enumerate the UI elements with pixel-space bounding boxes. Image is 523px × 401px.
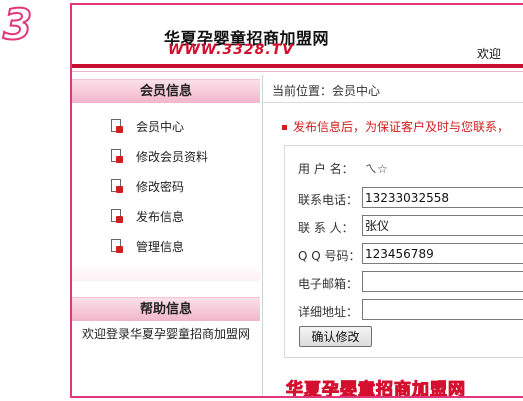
profile-form: 用 户 名： ㄟ☆ 联系电话： 联 系 人： Q Q 号码： 电子邮箱： 详细地…: [284, 145, 523, 358]
footer-brand: 华夏孕婴童招商加盟网: [286, 380, 466, 398]
welcome-text: 欢迎: [477, 47, 502, 61]
document-icon: [110, 118, 124, 134]
document-icon: [110, 178, 124, 194]
contact-input[interactable]: [362, 215, 523, 236]
notice-text: 发布信息后，为保证客户及时与您联系，: [282, 118, 509, 135]
column-divider: [262, 75, 263, 396]
help-text: 欢迎登录华夏孕婴童招商加盟网: [81, 327, 250, 341]
contact-label: 联 系 人：: [298, 221, 354, 235]
sidebar-item-label: 修改密码: [136, 179, 185, 194]
sidebar-item-label: 发布信息: [136, 209, 185, 224]
sidebar-item-change-password[interactable]: 修改密码: [110, 177, 184, 195]
header-divider-thin: [72, 71, 523, 72]
document-icon: [110, 238, 124, 254]
address-input[interactable]: [362, 299, 523, 320]
header-divider: [72, 64, 523, 68]
notice-message: 发布信息后，为保证客户及时与您联系，: [293, 120, 510, 134]
qq-label: Q Q 号码：: [298, 249, 361, 263]
address-label: 详细地址：: [298, 305, 359, 319]
confirm-edit-button[interactable]: 确认修改: [299, 326, 372, 347]
document-icon: [110, 148, 124, 164]
phone-label: 联系电话：: [298, 193, 359, 207]
member-info-title: 会员信息: [72, 79, 260, 103]
bullet-icon: [282, 125, 287, 130]
document-icon: [110, 208, 124, 224]
username-label: 用 户 名：: [298, 162, 354, 176]
sidebar-item-label: 管理信息: [136, 239, 185, 254]
sidebar-item-edit-profile[interactable]: 修改会员资料: [110, 147, 208, 165]
breadcrumb-divider: [263, 102, 523, 103]
breadcrumb: 当前位置：会员中心: [272, 84, 381, 98]
sidebar-item-label: 修改会员资料: [136, 149, 209, 164]
step-badge: 3: [2, 0, 43, 49]
help-info-title: 帮助信息: [72, 297, 260, 321]
email-label: 电子邮箱：: [298, 277, 359, 291]
site-logo-url[interactable]: WWW.3328.TV: [168, 42, 294, 58]
header: 华夏孕婴童招商加盟网 WWW.3328.TV 欢迎: [72, 5, 523, 72]
sidebar-item-label: 会员中心: [136, 119, 185, 134]
sidebar: 会员信息 会员中心 修改会员资料 修改密码 发布信息 管理信息 帮助信息 欢迎登…: [72, 75, 260, 396]
sidebar-divider: [72, 263, 260, 281]
page-frame: 华夏孕婴童招商加盟网 WWW.3328.TV 欢迎 会员信息 会员中心 修改会员…: [70, 3, 523, 398]
email-input[interactable]: [362, 271, 523, 292]
step-number: 3: [2, 0, 33, 49]
username-value: ㄟ☆: [365, 162, 388, 176]
sidebar-item-member-center[interactable]: 会员中心: [110, 117, 184, 135]
sidebar-item-publish-info[interactable]: 发布信息: [110, 207, 184, 225]
sidebar-item-manage-info[interactable]: 管理信息: [110, 237, 184, 255]
phone-input[interactable]: [362, 187, 523, 208]
qq-input[interactable]: [362, 243, 523, 264]
